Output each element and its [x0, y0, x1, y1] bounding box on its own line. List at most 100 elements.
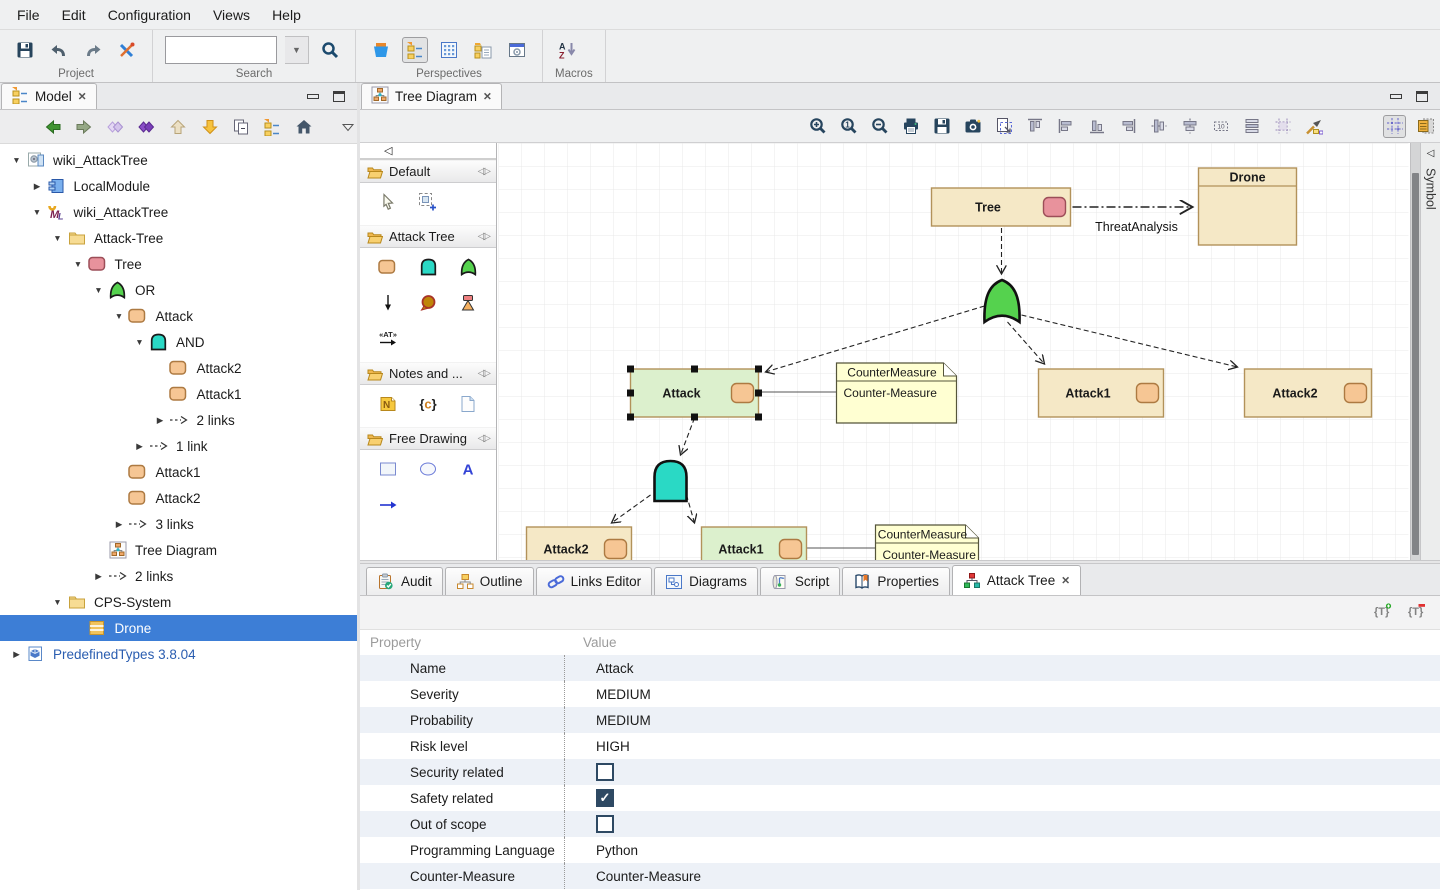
palette-tool-comment[interactable]: {c}: [408, 391, 448, 417]
menu-file[interactable]: File: [6, 2, 51, 28]
zoom-reset-button[interactable]: 1: [837, 115, 860, 138]
selection-handle[interactable]: [755, 366, 762, 373]
sort-az-button[interactable]: AZ: [555, 37, 581, 63]
symbol-side-tab[interactable]: ◁ Symbol: [1420, 143, 1440, 560]
home-button[interactable]: [294, 116, 312, 138]
capture-region-button[interactable]: [992, 115, 1015, 138]
tree-structure-button[interactable]: [263, 116, 281, 138]
tree-item-2-links[interactable]: ▶2 links: [0, 407, 357, 433]
expander-icon[interactable]: ▶: [29, 181, 46, 192]
tab-diagrams[interactable]: Diagrams: [654, 567, 758, 595]
property-value[interactable]: HIGH: [564, 733, 1440, 759]
align-left-button[interactable]: [1054, 115, 1077, 138]
palette-section-attack-tree[interactable]: Attack Tree◁▷: [360, 225, 496, 248]
minimize-icon[interactable]: [1390, 94, 1402, 99]
expander-icon[interactable]: ▼: [49, 233, 66, 243]
grid-button[interactable]: [1383, 115, 1406, 138]
search-dropdown-button[interactable]: ▼: [285, 36, 309, 64]
maximize-icon[interactable]: [333, 91, 345, 102]
center-vertical-button[interactable]: [1147, 115, 1170, 138]
maximize-icon[interactable]: [1416, 91, 1428, 102]
checkbox-unchecked[interactable]: [596, 763, 614, 781]
property-value[interactable]: MEDIUM: [564, 681, 1440, 707]
tree-item-wiki-attacktree[interactable]: ▼wiki_AttackTree: [0, 147, 357, 173]
symbol-library-button[interactable]: [1414, 115, 1437, 138]
countermeasure-sub-note[interactable]: CounterMeasureCounter-Measure: [876, 525, 979, 560]
perspective-tree-button[interactable]: [402, 37, 428, 63]
nav-up-button[interactable]: [169, 116, 187, 138]
expander-icon[interactable]: ▶: [131, 441, 148, 452]
tree-item-attack1[interactable]: Attack1: [0, 459, 357, 485]
close-icon[interactable]: ✕: [1061, 575, 1070, 587]
attack1-node[interactable]: Attack1: [1039, 369, 1164, 417]
fit-button[interactable]: [1271, 115, 1294, 138]
selection-handle[interactable]: [691, 414, 698, 421]
palette-tool-cursor[interactable]: [368, 189, 408, 215]
tree-item-drone[interactable]: Drone: [0, 615, 357, 641]
palette-tool-countermeasure[interactable]: [448, 290, 488, 316]
search-input[interactable]: [165, 36, 277, 64]
center-horizontal-button[interactable]: [1178, 115, 1201, 138]
print-button[interactable]: [899, 115, 922, 138]
tab-audit[interactable]: Audit: [366, 567, 443, 595]
palette-tool-arrow-down[interactable]: [368, 290, 408, 316]
expander-icon[interactable]: ▶: [8, 649, 25, 660]
align-top-button[interactable]: [1023, 115, 1046, 138]
checkbox-checked[interactable]: ✓: [596, 789, 614, 807]
selection-handle[interactable]: [691, 366, 698, 373]
resize-button[interactable]: 10: [1209, 115, 1232, 138]
expander-icon[interactable]: ▶: [90, 571, 107, 582]
menu-views[interactable]: Views: [202, 2, 261, 28]
menu-edit[interactable]: Edit: [51, 2, 97, 28]
collapse-left-icon[interactable]: ◁: [1427, 148, 1435, 159]
section-expand-icon[interactable]: ◁▷: [478, 368, 489, 379]
countermeasure-note[interactable]: CounterMeasureCounter-Measure: [837, 363, 957, 423]
save-diagram-button[interactable]: [930, 115, 953, 138]
close-icon[interactable]: ✕: [483, 91, 492, 103]
tree-item-tree[interactable]: ▼Tree: [0, 251, 357, 277]
palette-tool-note[interactable]: N: [368, 391, 408, 417]
property-value[interactable]: Counter-Measure: [564, 863, 1440, 889]
tab-attack-tree[interactable]: Attack Tree✕: [952, 565, 1081, 595]
view-menu-button[interactable]: [339, 116, 357, 138]
zoom-out-button[interactable]: [868, 115, 891, 138]
screenshot-button[interactable]: [961, 115, 984, 138]
prev-diamond-button[interactable]: [107, 116, 125, 138]
expander-icon[interactable]: ▼: [131, 337, 148, 347]
palette-collapse-button[interactable]: ◁: [360, 143, 496, 160]
save-button[interactable]: [12, 37, 38, 63]
section-expand-icon[interactable]: ◁▷: [478, 231, 489, 242]
nav-back-button[interactable]: [44, 116, 62, 138]
palette-tool-blue-arrow[interactable]: [368, 492, 408, 518]
format-brush-button[interactable]: [1302, 115, 1325, 138]
palette-tool-or-gate[interactable]: [448, 254, 488, 280]
distribute-button[interactable]: [1240, 115, 1263, 138]
expander-icon[interactable]: ▼: [29, 207, 46, 217]
menu-configuration[interactable]: Configuration: [97, 2, 202, 28]
palette-tool-and-gate[interactable]: [408, 254, 448, 280]
zoom-in-button[interactable]: [806, 115, 829, 138]
palette-tool-ellipse-draw[interactable]: [408, 456, 448, 482]
drone-block[interactable]: Drone: [1199, 168, 1297, 245]
scrollbar-thumb[interactable]: [1412, 173, 1419, 555]
diagram-canvas[interactable]: ThreatAnalysisTreeAttackAttack1Attack2At…: [497, 143, 1410, 560]
expander-icon[interactable]: ▼: [70, 259, 87, 269]
tree-item-2-links[interactable]: ▶2 links: [0, 563, 357, 589]
next-diamond-button[interactable]: [138, 116, 156, 138]
perspective-grid-button[interactable]: [436, 37, 462, 63]
expander-icon[interactable]: ▶: [111, 519, 128, 530]
selection-handle[interactable]: [627, 366, 634, 373]
palette-tool-page[interactable]: [448, 391, 488, 417]
remove-attribute-button[interactable]: {T}: [1408, 602, 1426, 623]
redo-button[interactable]: [80, 37, 106, 63]
attack2-node[interactable]: Attack2: [1245, 369, 1372, 417]
palette-tool-text-draw[interactable]: A: [448, 456, 488, 482]
bucket-button[interactable]: [368, 37, 394, 63]
attack1-sub-node[interactable]: Attack1: [702, 527, 807, 560]
expander-icon[interactable]: ▼: [90, 285, 107, 295]
attack-node[interactable]: Attack: [627, 366, 762, 421]
property-value[interactable]: Python: [564, 837, 1440, 863]
section-expand-icon[interactable]: ◁▷: [478, 433, 489, 444]
search-button[interactable]: [317, 37, 343, 63]
tab-outline[interactable]: Outline: [445, 567, 534, 595]
